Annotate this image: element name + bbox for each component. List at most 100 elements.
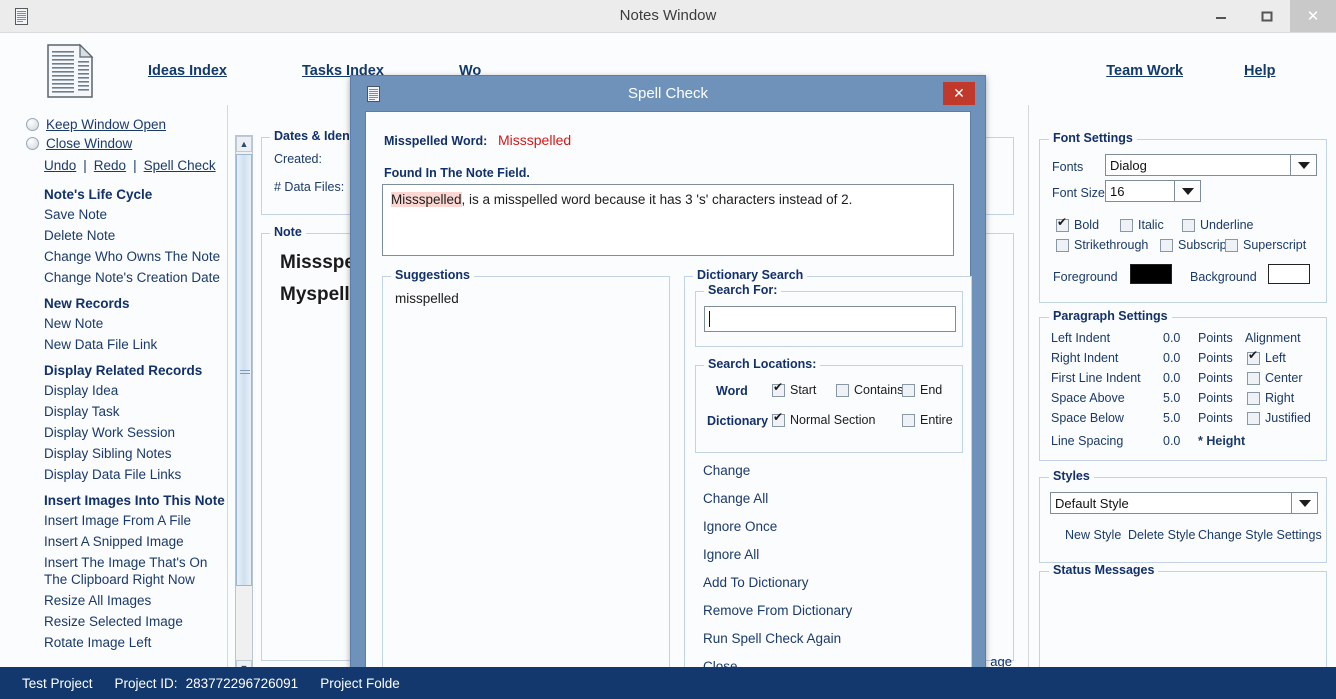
- sidebar-item-change-owner[interactable]: Change Who Owns The Note: [16, 246, 227, 267]
- suggestion-item[interactable]: misspelled: [395, 291, 459, 306]
- redo-link[interactable]: Redo: [94, 158, 126, 173]
- alignment-left[interactable]: Left: [1247, 349, 1286, 365]
- checkbox-word-end[interactable]: End: [902, 383, 942, 397]
- font-size-select[interactable]: 16: [1105, 180, 1201, 202]
- sidebar-item-resize-all-images[interactable]: Resize All Images: [16, 590, 227, 611]
- action-add-to-dictionary[interactable]: Add To Dictionary: [703, 575, 809, 590]
- style-select[interactable]: Default Style: [1050, 492, 1318, 514]
- menu-item-ideas-index[interactable]: Ideas Index: [148, 63, 227, 79]
- dictionary-search-group: Dictionary Search Search For: Search Loc…: [684, 268, 972, 680]
- sidebar-item-new-data-file-link[interactable]: New Data File Link: [16, 334, 227, 355]
- checkbox-box-icon: [902, 383, 915, 397]
- sidebar-item-insert-clipboard-image[interactable]: Insert The Image That's On The Clipboard…: [16, 552, 227, 590]
- dictionary-search-input[interactable]: [704, 306, 956, 332]
- spell-check-link[interactable]: Spell Check: [144, 158, 216, 173]
- delete-style-link[interactable]: Delete Style: [1128, 528, 1195, 542]
- alignment-right[interactable]: Right: [1247, 391, 1294, 405]
- checkbox-word-contains[interactable]: Contains: [836, 383, 903, 397]
- alignment-justified[interactable]: Justified: [1247, 411, 1311, 425]
- checkbox-box-icon: [1247, 371, 1260, 385]
- checkbox-label: Contains: [854, 383, 904, 397]
- sidebar-heading-insert-images: Insert Images Into This Note: [44, 493, 225, 508]
- sidebar-item-new-note[interactable]: New Note: [16, 313, 227, 334]
- checkbox-box-icon: [1225, 238, 1238, 252]
- checkbox-label: End: [920, 383, 943, 397]
- data-files-label: # Data Files:: [274, 180, 345, 194]
- undo-link[interactable]: Undo: [44, 158, 76, 173]
- alignment-label-text: Left: [1265, 351, 1286, 365]
- scroll-up-icon[interactable]: ▲: [236, 136, 252, 152]
- checkbox-italic[interactable]: Italic: [1120, 218, 1164, 232]
- left-indent-value: 0.0: [1163, 331, 1181, 345]
- checkbox-box-icon: [772, 411, 785, 427]
- action-change-all[interactable]: Change All: [703, 491, 768, 506]
- sidebar-item-display-work-session[interactable]: Display Work Session: [16, 422, 227, 443]
- sidebar-item-display-idea[interactable]: Display Idea: [16, 380, 227, 401]
- chevron-down-icon[interactable]: [1291, 493, 1317, 513]
- sidebar-item-resize-selected-image[interactable]: Resize Selected Image: [16, 611, 227, 632]
- checkbox-label: Entire: [920, 413, 953, 427]
- dictionary-label: Dictionary: [707, 414, 769, 428]
- action-ignore-all[interactable]: Ignore All: [703, 547, 759, 562]
- sidebar-item-delete-note[interactable]: Delete Note: [16, 225, 227, 246]
- right-indent-unit: Points: [1198, 351, 1233, 365]
- action-run-spell-check-again[interactable]: Run Spell Check Again: [703, 631, 841, 646]
- checkbox-dictionary-entire[interactable]: Entire: [902, 413, 953, 427]
- misspelled-word-label: Misspelled Word:: [384, 134, 488, 148]
- action-ignore-once[interactable]: Ignore Once: [703, 519, 777, 534]
- sidebar-item-insert-snipped-image[interactable]: Insert A Snipped Image: [16, 531, 227, 552]
- font-settings-group: Font Settings Fonts Dialog Font Size 16 …: [1039, 131, 1327, 303]
- fonts-select[interactable]: Dialog: [1105, 154, 1317, 176]
- dialog-titlebar: Spell Check ✕: [351, 76, 985, 111]
- maximize-button[interactable]: [1244, 0, 1290, 32]
- checkbox-strikethrough[interactable]: Strikethrough: [1056, 238, 1148, 252]
- sidebar-item-display-data-file-links[interactable]: Display Data File Links: [16, 464, 227, 485]
- menu-item-team-work[interactable]: Team Work: [1106, 63, 1183, 79]
- action-remove-from-dictionary[interactable]: Remove From Dictionary: [703, 603, 852, 618]
- new-style-link[interactable]: New Style: [1065, 528, 1121, 542]
- left-indent-label: Left Indent: [1051, 331, 1111, 345]
- first-line-indent-value: 0.0: [1163, 371, 1181, 385]
- sidebar-item-insert-image-from-file[interactable]: Insert Image From A File: [16, 510, 227, 531]
- checkbox-subscript[interactable]: Subscript: [1160, 238, 1230, 252]
- search-locations-group: Search Locations: Word Start Contains En…: [695, 357, 963, 453]
- space-below-unit: Points: [1198, 411, 1233, 425]
- alignment-label: Alignment: [1245, 331, 1301, 345]
- scrollbar-thumb[interactable]: [236, 154, 252, 586]
- radio-close-window[interactable]: Close Window: [16, 134, 227, 153]
- checkbox-bold[interactable]: Bold: [1056, 216, 1099, 232]
- checkbox-dictionary-normal-section[interactable]: Normal Section: [772, 411, 875, 427]
- app-status-bar: Test Project Project ID: 283772296726091…: [0, 667, 1336, 699]
- checkbox-label: Start: [790, 383, 817, 397]
- close-button[interactable]: ✕: [1290, 0, 1336, 32]
- menu-item-help[interactable]: Help: [1244, 63, 1275, 79]
- checkbox-superscript[interactable]: Superscript: [1225, 238, 1306, 252]
- group-legend: Suggestions: [391, 268, 475, 282]
- change-style-settings-link[interactable]: Change Style Settings: [1198, 528, 1322, 542]
- sidebar-item-rotate-image-left[interactable]: Rotate Image Left: [16, 632, 227, 653]
- search-for-group: Search For:: [695, 283, 963, 347]
- note-panel-scrollbar[interactable]: ▲ ▼: [235, 135, 253, 677]
- foreground-color-swatch[interactable]: [1130, 264, 1172, 284]
- checkbox-label: Italic: [1138, 218, 1164, 232]
- sidebar-item-display-sibling-notes[interactable]: Display Sibling Notes: [16, 443, 227, 464]
- checkbox-word-start[interactable]: Start: [772, 381, 817, 397]
- dialog-close-button[interactable]: ✕: [943, 82, 975, 105]
- alignment-center[interactable]: Center: [1247, 371, 1303, 385]
- action-change[interactable]: Change: [703, 463, 750, 478]
- radio-keep-window-open[interactable]: Keep Window Open: [16, 115, 227, 134]
- checkbox-underline[interactable]: Underline: [1182, 218, 1254, 232]
- window-controls: ✕: [1198, 0, 1336, 32]
- minimize-button[interactable]: [1198, 0, 1244, 32]
- checkbox-box-icon: [836, 383, 849, 397]
- chevron-down-icon[interactable]: [1174, 181, 1200, 201]
- right-indent-label: Right Indent: [1051, 351, 1119, 365]
- background-color-swatch[interactable]: [1268, 264, 1310, 284]
- separator: |: [83, 158, 87, 173]
- sidebar-item-display-task[interactable]: Display Task: [16, 401, 227, 422]
- misspelled-word-value: Missspelled: [498, 132, 572, 148]
- sidebar-item-save-note[interactable]: Save Note: [16, 204, 227, 225]
- sidebar-item-change-creation-date[interactable]: Change Note's Creation Date: [16, 267, 227, 288]
- chevron-down-icon[interactable]: [1290, 155, 1316, 175]
- note-field-preview[interactable]: Missspelled, is a misspelled word becaus…: [382, 184, 954, 256]
